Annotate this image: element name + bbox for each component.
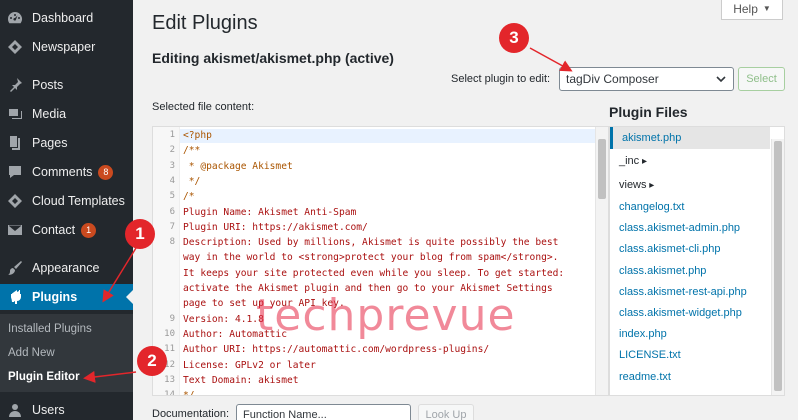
expand-arrow-icon: ▸ [646, 180, 655, 191]
code-line: */ [183, 175, 201, 187]
file-list-item[interactable]: class.akismet-widget.php [619, 307, 742, 319]
plugin-files-list: akismet.php _inc ▸ views ▸ changelog.txt cla… [609, 126, 785, 396]
plugin-select[interactable]: tagDiv Composer [559, 67, 734, 91]
look-up-button[interactable]: Look Up [418, 404, 474, 420]
expand-arrow-icon: ▸ [639, 156, 647, 167]
file-list-item[interactable]: class.akismet-rest-api.php [619, 286, 747, 298]
code-line: */ [183, 390, 195, 396]
active-line-highlight [180, 129, 597, 143]
code-line: /* [183, 191, 195, 203]
comments-icon [6, 163, 24, 181]
mail-icon [6, 221, 24, 239]
line-number: 7 [169, 221, 175, 232]
plugin-files-heading: Plugin Files [609, 104, 688, 120]
line-number: 6 [169, 206, 175, 217]
code-line: Plugin URI: https://akismet.com/ [183, 221, 368, 233]
code-line: way in the world to <strong>protect your… [183, 252, 559, 264]
active-menu-arrow [126, 290, 133, 304]
line-number: 8 [169, 237, 175, 248]
file-list-item[interactable]: changelog.txt [619, 201, 684, 213]
code-line: Plugin Name: Akismet Anti-Spam [183, 206, 357, 218]
editor-scrollbar[interactable] [595, 127, 608, 395]
code-line: License: GPLv2 or later [183, 359, 316, 371]
file-content-label: Selected file content: [152, 101, 255, 113]
annotation-1: 1 [125, 219, 155, 249]
file-list-item[interactable]: index.php [619, 328, 667, 340]
pages-icon [6, 134, 24, 152]
sidebar-item-posts[interactable]: Posts [0, 72, 133, 98]
line-number: 5 [169, 191, 175, 202]
dashboard-icon [6, 9, 24, 27]
users-icon [6, 401, 24, 419]
sidebar-item-pages[interactable]: Pages [0, 130, 133, 156]
help-button[interactable]: Help ▼ [721, 0, 783, 20]
line-number: 14 [164, 390, 175, 396]
code-line: Version: 4.1.8 [183, 313, 264, 325]
documentation-label: Documentation: [152, 408, 230, 420]
file-list-item[interactable]: class.akismet-cli.php [619, 243, 720, 255]
file-folder-item[interactable]: _inc ▸ [619, 155, 647, 167]
chevron-down-icon [716, 76, 726, 83]
sidebar-item-plugins[interactable]: Plugins [0, 284, 133, 310]
line-number: 9 [169, 313, 175, 324]
pin-icon [6, 76, 24, 94]
brush-icon [6, 259, 24, 277]
scrollbar-thumb[interactable] [598, 139, 606, 199]
line-number: 13 [164, 374, 175, 385]
contact-count-badge: 1 [81, 222, 97, 238]
line-number: 3 [169, 160, 175, 171]
sidebar-item-users[interactable]: Users [0, 397, 133, 420]
plugins-submenu: Installed Plugins Add New Plugin Editor [0, 314, 133, 392]
function-name-select[interactable]: Function Name... [236, 404, 411, 420]
file-folder-item[interactable]: views ▸ [619, 179, 654, 191]
sidebar-item-media[interactable]: Media [0, 101, 133, 127]
sidebar-item-dashboard[interactable]: Dashboard [0, 5, 133, 31]
line-number: 2 [169, 145, 175, 156]
code-line: <?php [183, 130, 212, 141]
select-button[interactable]: Select [738, 67, 785, 91]
plugin-icon [6, 288, 24, 306]
file-list-item[interactable]: readme.txt [619, 371, 671, 383]
annotation-3: 3 [499, 23, 529, 53]
code-line: Description: Used by millions, Akismet i… [183, 237, 559, 249]
newspaper-icon [6, 38, 24, 56]
sidebar-item-comments[interactable]: Comments 8 [0, 159, 133, 185]
page-title: Edit Plugins [152, 12, 258, 34]
files-scrollbar[interactable] [771, 139, 784, 395]
scrollbar-thumb[interactable] [774, 141, 782, 391]
line-number: 11 [164, 344, 175, 355]
line-number: 10 [164, 328, 175, 339]
file-list-item[interactable]: class.akismet-admin.php [619, 222, 740, 234]
code-line: Text Domain: akismet [183, 374, 299, 386]
admin-sidebar: Dashboard Newspaper Posts Media Pages Co… [0, 0, 133, 420]
annotation-2: 2 [137, 346, 167, 376]
code-line: * @package Akismet [183, 160, 293, 172]
watermark: techprevue [256, 290, 516, 341]
submenu-add-new[interactable]: Add New [8, 347, 55, 359]
sidebar-item-newspaper[interactable]: Newspaper [0, 34, 133, 60]
code-line: /** [183, 145, 201, 157]
submenu-plugin-editor[interactable]: Plugin Editor [8, 371, 80, 383]
code-line: Author URI: https://automattic.com/wordp… [183, 344, 490, 356]
line-number: 1 [169, 130, 175, 140]
file-list-item[interactable]: akismet.php [610, 127, 770, 149]
select-plugin-label: Select plugin to edit: [451, 73, 551, 85]
media-icon [6, 105, 24, 123]
file-list-item[interactable]: class.akismet.php [619, 265, 706, 277]
code-line: It keeps your site protected even while … [183, 267, 565, 279]
sidebar-item-appearance[interactable]: Appearance [0, 255, 133, 281]
comments-count-badge: 8 [98, 164, 114, 180]
code-editor[interactable]: 1 2 3 4 5 6 7 8 9 10 11 12 13 14 <?php/** * @package … [152, 126, 609, 396]
submenu-installed-plugins[interactable]: Installed Plugins [8, 323, 92, 335]
caret-down-icon: ▼ [762, 4, 771, 13]
editing-file-subtitle: Editing akismet/akismet.php (active) [152, 50, 394, 66]
file-list-item[interactable]: LICENSE.txt [619, 349, 681, 361]
sidebar-item-contact[interactable]: Contact 1 [0, 217, 133, 243]
line-number: 4 [169, 175, 175, 186]
sidebar-item-cloud-templates[interactable]: Cloud Templates [0, 188, 133, 214]
cloud-icon [6, 192, 24, 210]
